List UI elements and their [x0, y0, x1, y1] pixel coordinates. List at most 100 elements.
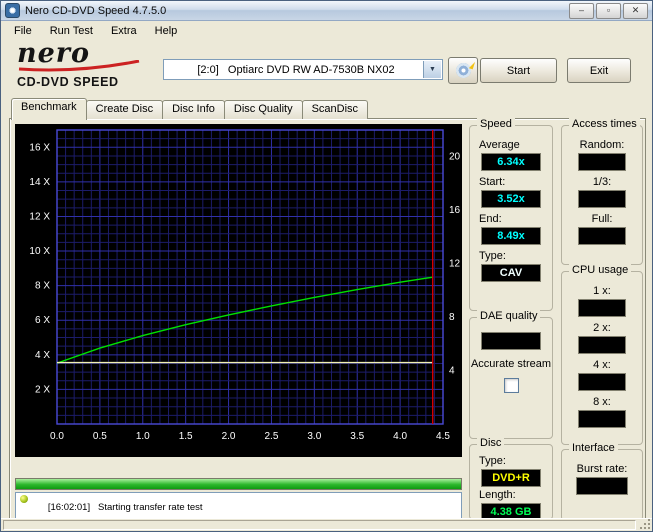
dae-quality-value	[481, 332, 541, 350]
chart-canvas: 0.0 0.5 1.0 1.5 2.0 2.5 3.0 3.5 4.0 4.5 2 X 4 X 6 X 8…	[29, 129, 461, 442]
drive-selector[interactable]: [2:0] Optiarc DVD RW AD-7530B NX02 ▼	[163, 59, 443, 80]
cpu-4x-label: 4 x:	[593, 359, 611, 371]
svg-text:4: 4	[449, 366, 455, 377]
start-label: Start:	[479, 176, 506, 188]
title-bar[interactable]: Nero CD-DVD Speed 4.7.5.0 – ▫ ✕	[1, 1, 652, 21]
svg-text:4.0: 4.0	[393, 431, 407, 442]
disc-group: Disc Type: DVD+R Length: 4.38 GB	[469, 437, 553, 521]
refresh-drive-button[interactable]	[448, 57, 478, 84]
log-box[interactable]: [16:02:01] Starting transfer rate test […	[15, 492, 462, 521]
full-access-label: Full:	[591, 213, 613, 225]
svg-text:8 X: 8 X	[35, 281, 50, 292]
end-label: End:	[479, 213, 502, 225]
log-line-text: [16:02:01] Starting transfer rate test	[47, 501, 203, 513]
chevron-down-icon[interactable]: ▼	[423, 61, 441, 78]
transfer-rate-chart: 0.0 0.5 1.0 1.5 2.0 2.5 3.0 3.5 4.0 4.5 2 X 4 X 6 X 8…	[15, 124, 462, 457]
exit-button[interactable]: Exit	[567, 58, 631, 83]
status-bar	[1, 518, 652, 531]
dae-quality-group: DAE quality Accurate stream	[469, 310, 553, 439]
burst-rate-label: Burst rate:	[576, 463, 628, 475]
nero-logo: nero CD-DVD SPEED	[17, 40, 157, 89]
disc-group-title: Disc	[477, 437, 505, 449]
random-access-label: Random:	[579, 139, 625, 151]
accurate-stream-checkbox[interactable]	[503, 378, 519, 393]
svg-text:16: 16	[449, 205, 461, 216]
close-button[interactable]: ✕	[623, 2, 648, 19]
access-times-title: Access times	[569, 118, 640, 130]
cpu-8x-label: 8 x:	[593, 396, 611, 408]
svg-text:16 X: 16 X	[29, 142, 50, 153]
svg-text:0.5: 0.5	[93, 431, 107, 442]
menu-bar: File Run Test Extra Help	[1, 21, 652, 41]
minimize-button[interactable]: –	[569, 2, 594, 19]
tab-bar: Benchmark Create Disc Disc Info Disc Qua…	[11, 98, 369, 120]
app-icon	[5, 3, 20, 18]
full-access-value	[578, 227, 626, 245]
svg-text:2.5: 2.5	[264, 431, 278, 442]
log-line: [16:02:01] Starting transfer rate test	[18, 495, 459, 520]
average-label: Average	[479, 139, 520, 151]
svg-text:14 X: 14 X	[29, 177, 50, 188]
svg-text:12 X: 12 X	[29, 211, 50, 222]
type-label: Type:	[479, 250, 506, 262]
tab-disc-info[interactable]: Disc Info	[162, 100, 225, 119]
cpu-8x-value	[578, 410, 626, 428]
svg-text:1.5: 1.5	[179, 431, 193, 442]
tab-scandisc[interactable]: ScanDisc	[301, 100, 369, 119]
menu-run-test[interactable]: Run Test	[41, 23, 102, 39]
status-cell	[3, 520, 636, 530]
start-button[interactable]: Start	[480, 58, 557, 83]
nero-logo-subtext: CD-DVD SPEED	[17, 75, 119, 89]
menu-help[interactable]: Help	[146, 23, 187, 39]
cpu-usage-title: CPU usage	[569, 264, 632, 276]
svg-text:4.5: 4.5	[436, 431, 450, 442]
tab-benchmark[interactable]: Benchmark	[11, 98, 87, 120]
disc-type-label: Type:	[479, 455, 506, 467]
average-speed-value: 6.34x	[481, 153, 541, 171]
window-title: Nero CD-DVD Speed 4.7.5.0	[25, 4, 167, 17]
interface-group: Interface Burst rate:	[561, 442, 643, 521]
tab-disc-quality[interactable]: Disc Quality	[223, 100, 303, 119]
nero-logo-swoosh	[17, 59, 157, 75]
cpu-4x-value	[578, 373, 626, 391]
menu-file[interactable]: File	[5, 23, 41, 39]
progress-bar	[15, 478, 462, 490]
interface-title: Interface	[569, 442, 618, 454]
svg-text:3.5: 3.5	[350, 431, 364, 442]
svg-text:8: 8	[449, 312, 455, 323]
svg-text:4 X: 4 X	[35, 350, 50, 361]
drive-selector-value: [2:0] Optiarc DVD RW AD-7530B NX02	[197, 63, 395, 76]
app-window: Nero CD-DVD Speed 4.7.5.0 – ▫ ✕ File Run…	[0, 0, 653, 532]
svg-text:6 X: 6 X	[35, 315, 50, 326]
cpu-1x-value	[578, 299, 626, 317]
dae-quality-title: DAE quality	[477, 310, 541, 322]
access-times-group: Access times Random: 1/3: Full:	[561, 118, 643, 265]
speed-type-value: CAV	[481, 264, 541, 282]
svg-text:2.0: 2.0	[222, 431, 236, 442]
speed-group-title: Speed	[477, 118, 515, 130]
disc-type-value: DVD+R	[481, 469, 541, 487]
svg-text:0.0: 0.0	[50, 431, 64, 442]
tab-create-disc[interactable]: Create Disc	[85, 100, 164, 119]
menu-extra[interactable]: Extra	[102, 23, 146, 39]
maximize-button[interactable]: ▫	[596, 2, 621, 19]
window-controls: – ▫ ✕	[569, 2, 648, 19]
svg-text:3.0: 3.0	[307, 431, 321, 442]
svg-text:20: 20	[449, 152, 461, 163]
accurate-stream-label: Accurate stream	[470, 358, 552, 370]
cpu-usage-group: CPU usage 1 x: 2 x: 4 x: 8 x:	[561, 264, 643, 445]
third-access-value	[578, 190, 626, 208]
disc-icon	[455, 63, 471, 78]
resize-grip[interactable]	[639, 518, 651, 530]
log-entry-icon	[20, 495, 28, 503]
speed-group: Speed Average 6.34x Start: 3.52x End: 8.…	[469, 118, 553, 311]
cpu-2x-value	[578, 336, 626, 354]
cpu-1x-label: 1 x:	[593, 285, 611, 297]
cpu-2x-label: 2 x:	[593, 322, 611, 334]
end-speed-value: 8.49x	[481, 227, 541, 245]
svg-text:1.0: 1.0	[136, 431, 150, 442]
svg-text:12: 12	[449, 259, 461, 270]
progress-bar-fill	[16, 479, 461, 489]
random-access-value	[578, 153, 626, 171]
third-access-label: 1/3:	[592, 176, 612, 188]
